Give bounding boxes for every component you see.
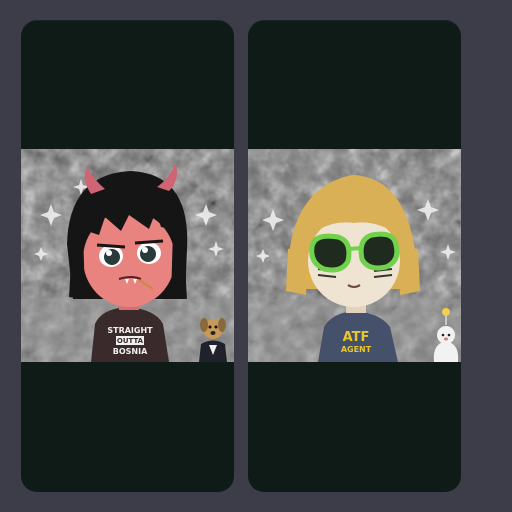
devil-girl-avatar: STRAIGHT OUTTA BOSNIA bbox=[21, 149, 234, 362]
shirt-line-1: ATF bbox=[343, 330, 370, 345]
nft-card-left[interactable]: STRAIGHT OUTTA BOSNIA bbox=[21, 20, 234, 492]
shirt-line-1: STRAIGHT bbox=[107, 326, 153, 335]
shirt-line-3: BOSNIA bbox=[113, 347, 148, 356]
alien-glasses-avatar: ATF AGENT bbox=[248, 149, 461, 362]
avatar-artwork-right: ATF AGENT bbox=[248, 149, 461, 362]
shirt-line-2: AGENT bbox=[341, 345, 372, 354]
avatar-artwork-left: STRAIGHT OUTTA BOSNIA bbox=[21, 149, 234, 362]
shirt-line-2: OUTTA bbox=[117, 337, 144, 345]
nft-card-right[interactable]: ATF AGENT bbox=[248, 20, 461, 492]
